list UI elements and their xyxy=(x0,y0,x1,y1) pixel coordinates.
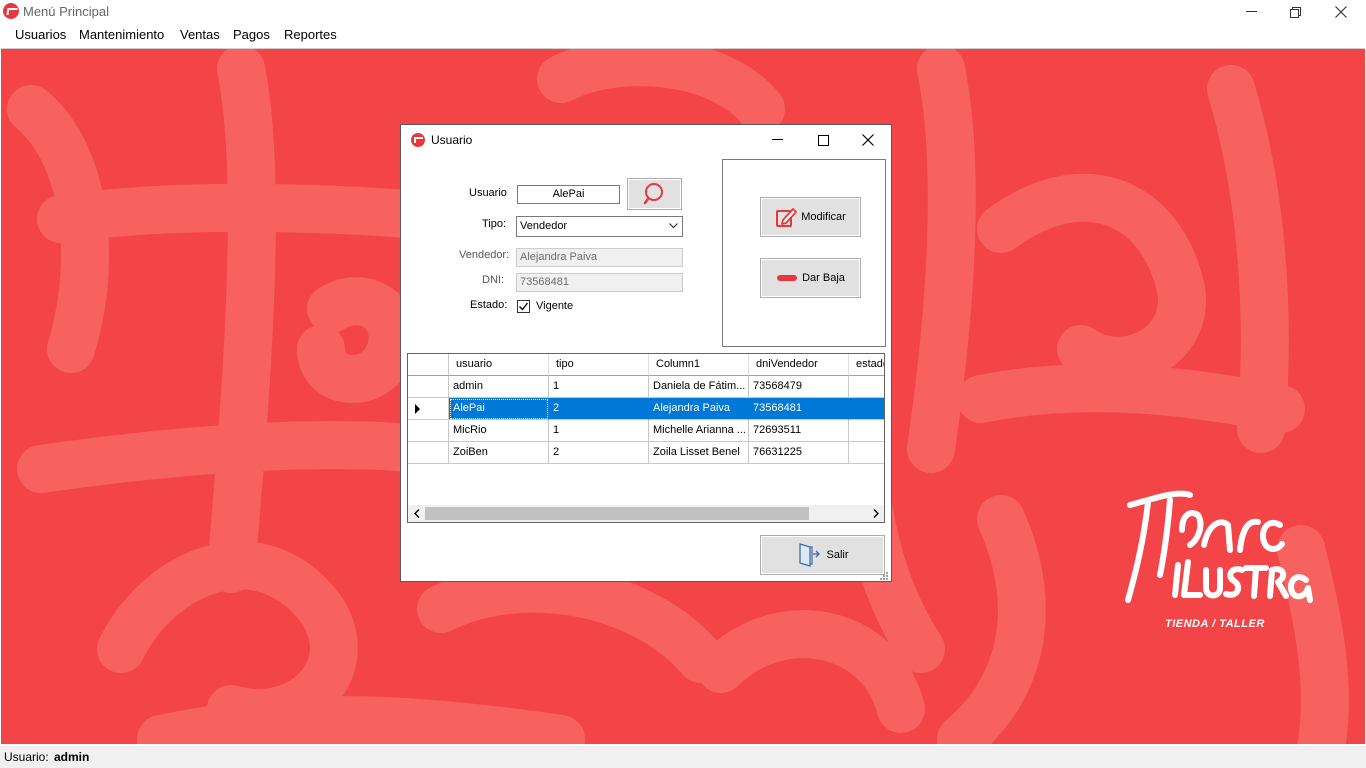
close-button[interactable] xyxy=(1318,0,1364,24)
menu-usuarios[interactable]: Usuarios xyxy=(15,27,66,42)
salir-label: Salir xyxy=(826,549,849,561)
cell-usuario[interactable]: ZoiBen xyxy=(449,442,549,464)
usuarios-grid[interactable]: usuario tipo Column1 dniVendedor estado … xyxy=(407,353,885,523)
estado-checkbox-label: Vigente xyxy=(536,300,574,312)
dar-baja-button[interactable]: Dar Baja xyxy=(760,258,861,298)
chevron-down-icon xyxy=(669,223,678,229)
estado-checkbox[interactable] xyxy=(517,300,530,313)
row-header[interactable] xyxy=(408,420,449,442)
minimize-icon xyxy=(1245,11,1257,12)
search-icon xyxy=(643,183,663,205)
dialog-minimize-button[interactable] xyxy=(754,125,800,155)
maximize-icon xyxy=(817,134,829,146)
tipo-select-value: Vendedor xyxy=(520,220,568,232)
minimize-icon xyxy=(771,139,783,140)
dialog-titlebar[interactable]: Usuario xyxy=(401,125,891,155)
search-button[interactable] xyxy=(627,178,682,210)
restore-button[interactable] xyxy=(1272,0,1318,24)
marc-ilustra-logo xyxy=(1125,490,1313,603)
main-titlebar: Menú Principal xyxy=(0,0,1366,24)
column-header-estado[interactable]: estado xyxy=(849,354,884,376)
tipo-label: Tipo: xyxy=(482,218,507,230)
dialog-maximize-button[interactable] xyxy=(800,125,846,155)
cell-tipo[interactable]: 2 xyxy=(549,442,649,464)
cell-column1[interactable]: Daniela de Fátim... xyxy=(649,376,749,398)
window-title: Menú Principal xyxy=(23,4,109,19)
cell-usuario[interactable]: admin xyxy=(449,376,549,398)
column-header-usuario[interactable]: usuario xyxy=(449,354,549,376)
dialog-close-button[interactable] xyxy=(845,125,891,155)
close-icon xyxy=(862,134,874,146)
usuario-input[interactable]: AlePai xyxy=(517,185,620,204)
status-bar: Usuario: admin xyxy=(0,746,1366,768)
modificar-label: Modificar xyxy=(801,211,846,223)
edit-icon xyxy=(776,208,798,227)
app-icon xyxy=(3,3,19,19)
horizontal-scrollbar[interactable] xyxy=(408,505,884,522)
usuario-label: Usuario xyxy=(469,187,507,199)
vendedor-field: Alejandra Paiva xyxy=(516,248,683,267)
minus-icon xyxy=(777,275,798,281)
cell-usuario[interactable]: MicRio xyxy=(449,420,549,442)
table-row[interactable]: MicRio 1 Michelle Arianna ... 72693511 xyxy=(408,420,884,442)
cell-column1[interactable]: Alejandra Paiva xyxy=(649,398,749,420)
cell-estado[interactable] xyxy=(849,420,884,442)
dni-label: DNI: xyxy=(482,274,504,286)
cell-estado[interactable] xyxy=(849,398,884,420)
row-header[interactable] xyxy=(408,442,449,464)
actions-groupbox xyxy=(722,159,886,347)
row-header[interactable] xyxy=(408,376,449,398)
close-icon xyxy=(1335,6,1347,18)
table-row-selected[interactable]: AlePai 2 Alejandra Paiva 73568481 xyxy=(408,398,884,420)
menu-pagos[interactable]: Pagos xyxy=(233,27,270,42)
checkmark-icon xyxy=(519,302,529,311)
dni-field: 73568481 xyxy=(516,273,683,292)
column-header-dnivendedor[interactable]: dniVendedor xyxy=(749,354,849,376)
estado-label: Estado: xyxy=(470,299,508,311)
table-row[interactable]: admin 1 Daniela de Fátim... 73568479 xyxy=(408,376,884,398)
column-header-column1[interactable]: Column1 xyxy=(649,354,749,376)
cell-dni[interactable]: 73568481 xyxy=(749,398,849,420)
column-header-tipo[interactable]: tipo xyxy=(549,354,649,376)
chevron-left-icon xyxy=(413,509,419,518)
restore-icon xyxy=(1289,6,1301,18)
cell-dni[interactable]: 72693511 xyxy=(749,420,849,442)
salir-button[interactable]: Salir xyxy=(760,535,885,575)
cell-usuario[interactable]: AlePai xyxy=(449,398,549,420)
cell-dni[interactable]: 73568479 xyxy=(749,376,849,398)
minimize-button[interactable] xyxy=(1228,0,1274,24)
cell-estado[interactable] xyxy=(849,376,884,398)
logo-tagline: TIENDA / TALLER xyxy=(1165,618,1265,630)
row-header[interactable] xyxy=(408,398,449,420)
cell-column1[interactable]: Zoila Lisset Benel xyxy=(649,442,749,464)
menu-reportes[interactable]: Reportes xyxy=(284,27,337,42)
dar-baja-label: Dar Baja xyxy=(802,272,845,284)
cell-column1[interactable]: Michelle Arianna ... xyxy=(649,420,749,442)
chevron-right-icon xyxy=(873,509,879,518)
tipo-select[interactable]: Vendedor xyxy=(516,216,683,237)
menu-ventas[interactable]: Ventas xyxy=(180,27,220,42)
exit-door-icon xyxy=(799,543,821,567)
status-user-value: admin xyxy=(54,750,90,764)
modificar-button[interactable]: Modificar xyxy=(760,197,861,237)
scroll-left-button[interactable] xyxy=(408,505,425,522)
status-user-label: Usuario: xyxy=(4,750,49,764)
grid-corner-header xyxy=(408,354,449,376)
dialog-app-icon xyxy=(411,133,425,147)
grid-header: usuario tipo Column1 dniVendedor estado xyxy=(408,354,884,376)
cell-estado[interactable] xyxy=(849,442,884,464)
menu-mantenimiento[interactable]: Mantenimiento xyxy=(79,27,164,42)
scrollbar-thumb[interactable] xyxy=(425,507,809,520)
resize-grip-icon[interactable] xyxy=(879,571,889,581)
current-row-arrow-icon xyxy=(415,404,420,414)
cell-tipo[interactable]: 1 xyxy=(549,420,649,442)
table-row[interactable]: ZoiBen 2 Zoila Lisset Benel 76631225 xyxy=(408,442,884,464)
cell-tipo[interactable]: 2 xyxy=(549,398,649,420)
dialog-title: Usuario xyxy=(431,133,473,147)
scroll-right-button[interactable] xyxy=(867,505,884,522)
vendedor-label: Vendedor: xyxy=(459,249,510,261)
cell-dni[interactable]: 76631225 xyxy=(749,442,849,464)
cell-tipo[interactable]: 1 xyxy=(549,376,649,398)
menu-bar: Usuarios Mantenimiento Ventas Pagos Repo… xyxy=(0,24,1366,46)
